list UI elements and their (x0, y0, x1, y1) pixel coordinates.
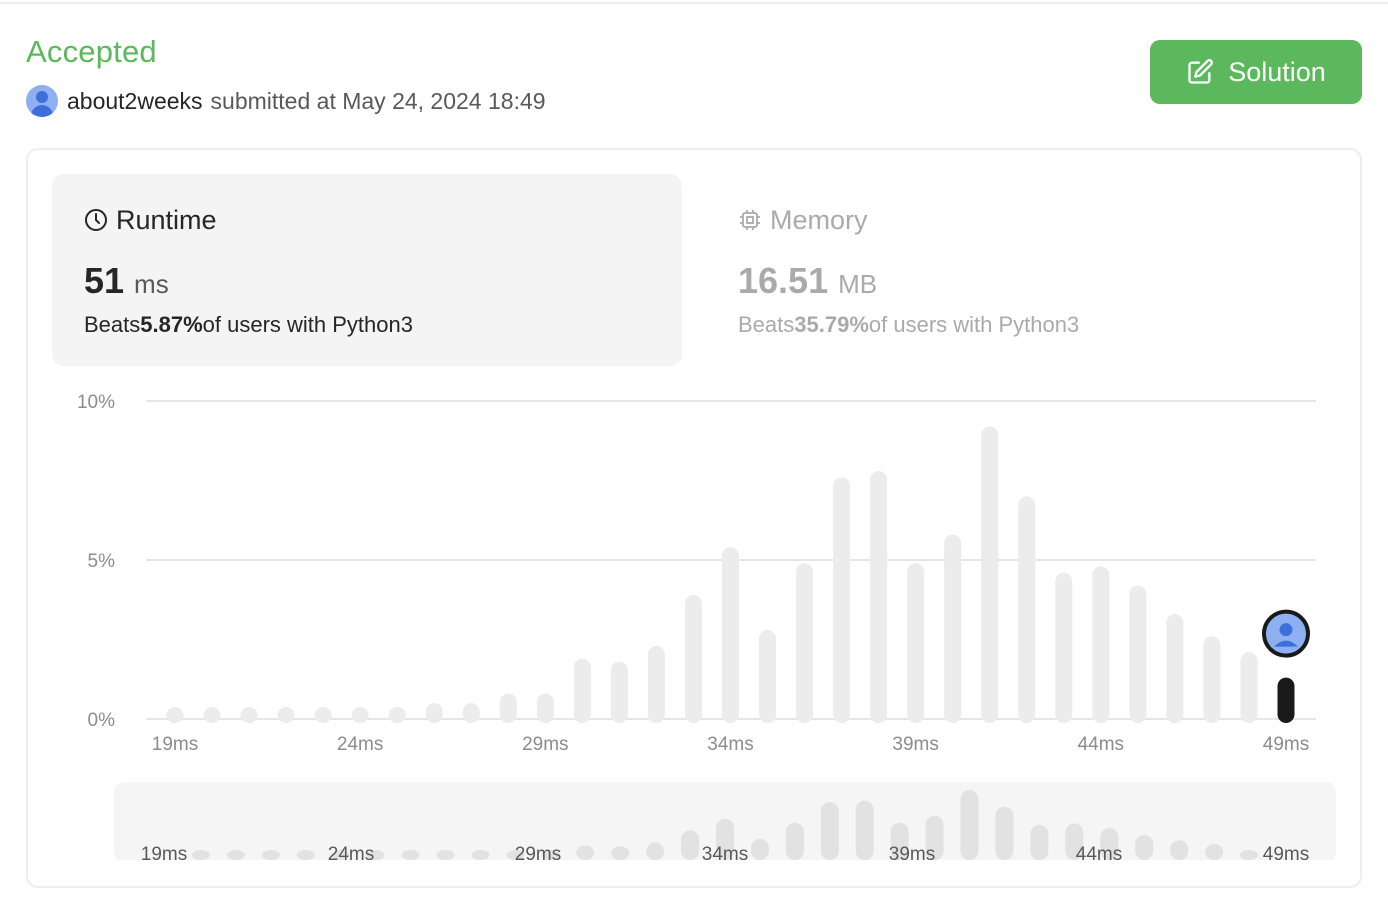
distribution-bar[interactable] (610, 661, 628, 723)
minimap-bar (576, 845, 595, 860)
user-bar[interactable] (1277, 677, 1295, 723)
distribution-bar[interactable] (1129, 585, 1147, 723)
distribution-bar[interactable] (462, 703, 480, 723)
distribution-bar[interactable] (1166, 614, 1184, 723)
minimap-bar (261, 850, 280, 860)
distribution-bar[interactable] (1240, 652, 1258, 723)
y-tick-label: 10% (77, 392, 115, 413)
distribution-bar[interactable] (1203, 636, 1221, 723)
minimap-bar (960, 790, 979, 860)
distribution-bar[interactable] (536, 693, 554, 723)
distribution-bar[interactable] (944, 534, 962, 723)
minimap-bar (296, 850, 315, 860)
x-tick-label: 49ms (1263, 734, 1309, 755)
x-tick-label: 29ms (522, 734, 568, 755)
minimap-bar (995, 806, 1014, 860)
minimap-bar (785, 822, 804, 860)
distribution-bar[interactable] (425, 703, 443, 723)
minimap-tick-label: 29ms (515, 844, 561, 865)
minimap-bar (611, 846, 630, 860)
minimap-tick-label: 49ms (1263, 844, 1309, 865)
distribution-bar[interactable] (240, 707, 258, 723)
minimap-bar (855, 800, 874, 860)
minimap-tick-label: 24ms (328, 844, 374, 865)
minimap-bar (401, 850, 420, 860)
minimap-tick-label: 34ms (702, 844, 748, 865)
distribution-bar[interactable] (981, 426, 999, 723)
minimap-bar (1240, 850, 1258, 860)
minimap-tick-label: 44ms (1076, 844, 1122, 865)
distribution-bar[interactable] (1092, 566, 1110, 723)
distribution-bar[interactable] (166, 707, 184, 723)
minimap-bar (681, 830, 700, 860)
minimap-bar (1205, 844, 1224, 860)
minimap-bar (1170, 840, 1189, 860)
x-tick-label: 44ms (1078, 734, 1124, 755)
minimap-tick-label: 39ms (889, 844, 935, 865)
minimap-bar (1135, 834, 1154, 860)
distribution-bar[interactable] (833, 477, 851, 723)
distribution-bar[interactable] (277, 707, 295, 723)
y-tick-label: 0% (88, 710, 116, 731)
distribution-bar[interactable] (203, 707, 221, 723)
distribution-bar[interactable] (647, 645, 665, 723)
minimap-bar (192, 850, 210, 860)
distribution-bar[interactable] (1055, 572, 1073, 723)
minimap-bar (226, 850, 245, 860)
distribution-bar[interactable] (759, 629, 777, 723)
runtime-distribution-chart: 0% 5% 10% 19ms 24ms 29ms 34ms 39ms 44ms 49ms 19ms 2… (77, 392, 1336, 865)
distribution-bar[interactable] (314, 707, 332, 723)
distribution-bar[interactable] (351, 707, 369, 723)
minimap-bar (750, 838, 769, 860)
minimap-bar (820, 802, 839, 860)
distribution-bar[interactable] (870, 470, 888, 723)
x-tick-label: 19ms (152, 734, 198, 755)
minimap-bar (646, 842, 665, 860)
distribution-bar[interactable] (1018, 496, 1036, 723)
distribution-bar[interactable] (573, 658, 591, 723)
distribution-bar[interactable] (722, 547, 739, 723)
minimap-bar (471, 850, 490, 860)
x-tick-label: 39ms (892, 734, 938, 755)
user-avatar-head (1279, 623, 1293, 637)
distribution-bar[interactable] (684, 594, 702, 723)
minimap-tick-label: 19ms (141, 844, 187, 865)
distribution-bar[interactable] (796, 563, 814, 723)
distribution-bar[interactable] (499, 693, 517, 723)
x-tick-label: 34ms (707, 734, 753, 755)
minimap-bar (1030, 825, 1049, 860)
distribution-bar[interactable] (907, 563, 925, 723)
distribution-bar[interactable] (388, 707, 406, 723)
minimap-bar (436, 850, 455, 860)
x-tick-label: 24ms (337, 734, 383, 755)
y-tick-label: 5% (88, 551, 116, 572)
